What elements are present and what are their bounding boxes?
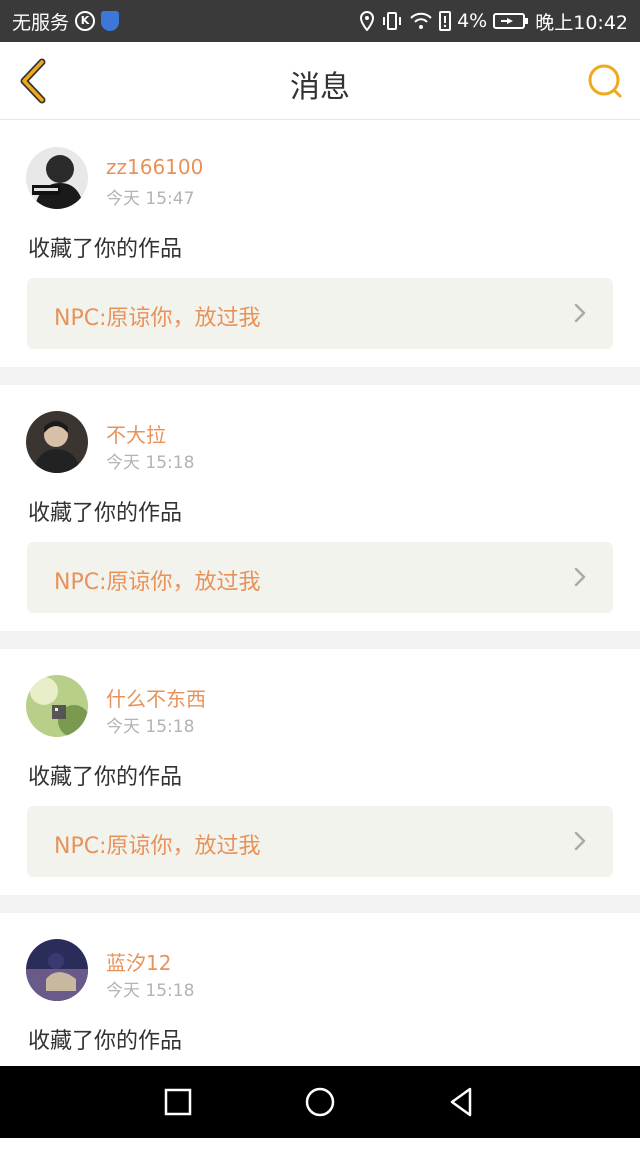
username[interactable]: 什么不东西 [106,683,206,712]
action-text: 收藏了你的作品 [28,765,183,790]
status-right: 4% 晚上10:42 [359,8,628,35]
battery-icon [493,11,529,31]
back-icon [450,1087,472,1117]
avatar[interactable] [26,411,88,473]
divider [0,631,640,649]
recent-apps-button[interactable] [160,1084,196,1120]
recent-apps-icon [164,1088,192,1116]
search-button[interactable] [586,62,624,100]
status-bar: 无服务 K 4% 晚上10:42 [0,0,640,42]
k-icon: K [75,11,96,31]
divider [0,895,640,913]
shield-icon [101,11,120,31]
chevron-right-icon [574,567,586,587]
wifi-icon [409,11,433,31]
work-link[interactable]: NPC:原谅你，放过我 [27,542,613,613]
chevron-right-icon [574,831,586,851]
chevron-right-icon [574,303,586,323]
work-link[interactable]: NPC:原谅你，放过我 [27,278,613,349]
message-card: 什么不东西 今天 15:18 收藏了你的作品 NPC:原谅你，放过我 [0,649,640,895]
username[interactable]: 蓝汐12 [106,947,171,976]
carrier-text: 无服务 [12,11,70,34]
battery-percent: 4% [457,10,488,32]
app-header: 消息 [0,42,640,120]
home-button[interactable] [302,1084,338,1120]
home-icon [305,1087,335,1117]
avatar[interactable] [26,147,88,209]
avatar[interactable] [26,675,88,737]
avatar[interactable] [26,939,88,1001]
battery-alert-icon [439,11,452,31]
system-back-button[interactable] [444,1084,480,1120]
status-left: 无服务 K [12,8,120,35]
message-card: zz166100 今天 15:47 收藏了你的作品 NPC:原谅你，放过我 [0,121,640,367]
action-text: 收藏了你的作品 [28,501,183,526]
message-list[interactable]: zz166100 今天 15:47 收藏了你的作品 NPC:原谅你，放过我 不大… [0,121,640,1159]
work-title: NPC:原谅你，放过我 [54,834,261,859]
system-nav-bar [0,1066,640,1138]
page-title: 消息 [290,70,350,105]
username[interactable]: zz166100 [106,155,203,179]
timestamp: 今天 15:18 [106,981,195,1001]
timestamp: 今天 15:18 [106,717,195,737]
location-icon [359,11,375,31]
clock: 晚上10:42 [535,11,628,34]
username[interactable]: 不大拉 [106,419,166,448]
timestamp: 今天 15:18 [106,453,195,473]
timestamp: 今天 15:47 [106,189,195,209]
message-card: 不大拉 今天 15:18 收藏了你的作品 NPC:原谅你，放过我 [0,385,640,631]
work-title: NPC:原谅你，放过我 [54,306,261,331]
divider [0,367,640,385]
action-text: 收藏了你的作品 [28,237,183,262]
work-link[interactable]: NPC:原谅你，放过我 [27,806,613,877]
action-text: 收藏了你的作品 [28,1029,183,1054]
work-title: NPC:原谅你，放过我 [54,570,261,595]
vibrate-icon [381,11,403,31]
search-icon [588,64,622,98]
